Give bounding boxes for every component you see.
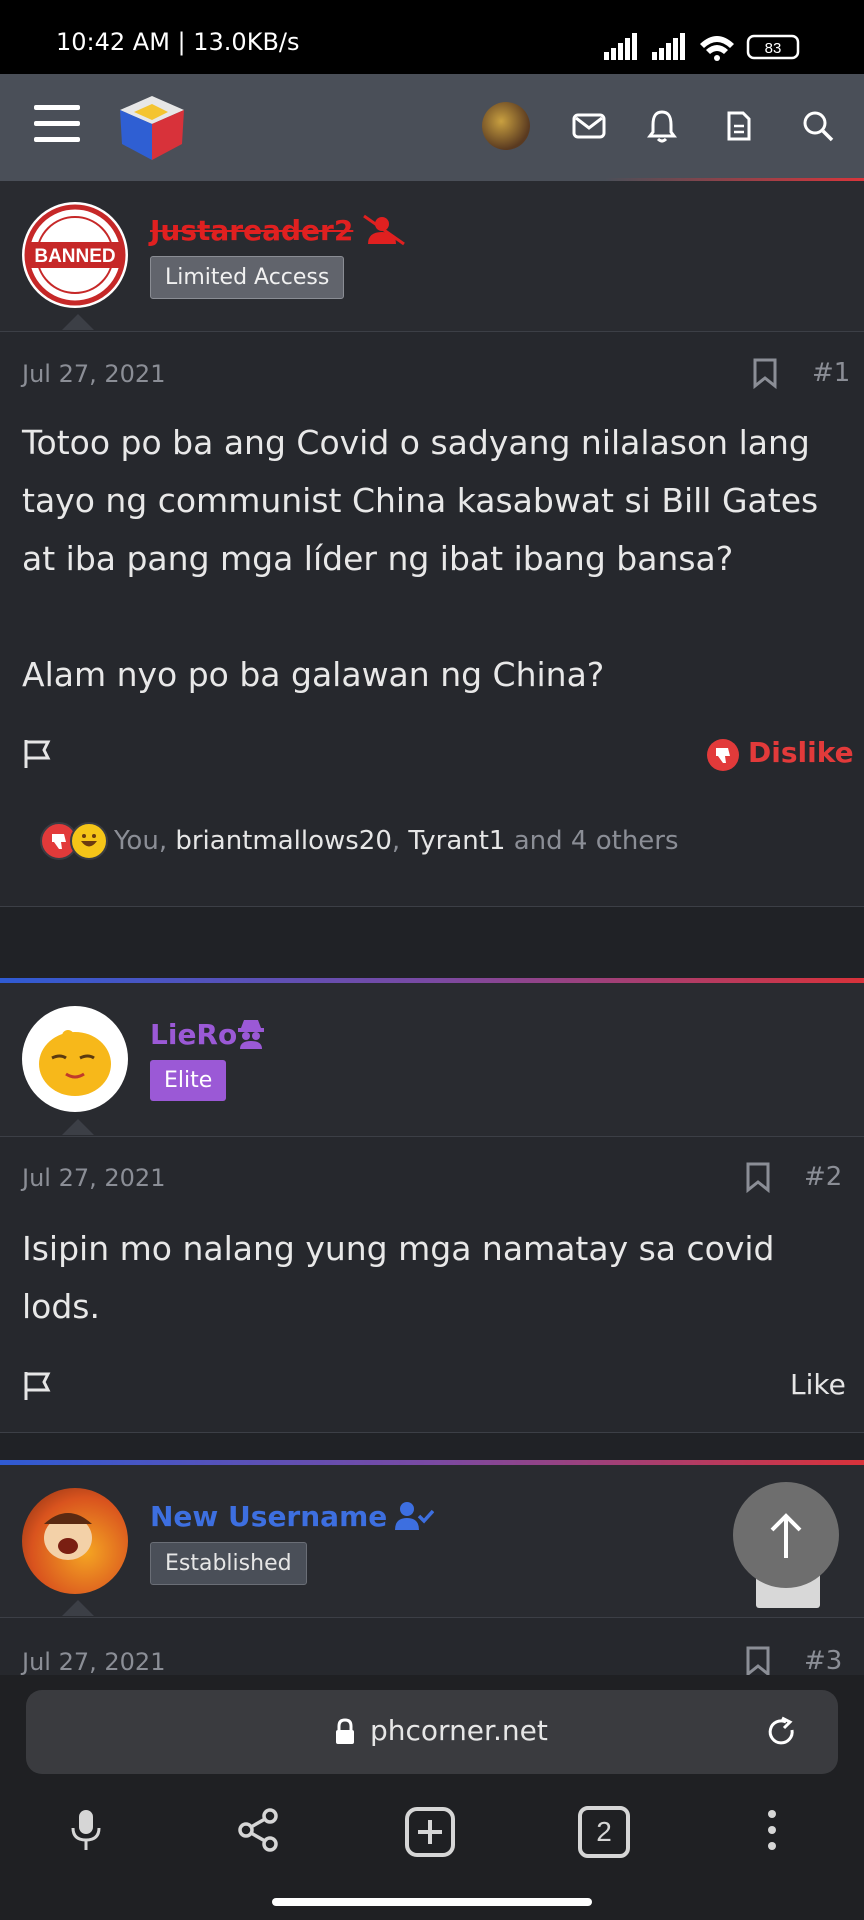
body-line: Alam nyo po ba galawan ng China? <box>22 655 605 694</box>
status-bar: 10:42 AM | 13.0KB/s 83 <box>0 0 864 74</box>
post-3-number[interactable]: #3 <box>804 1646 842 1676</box>
post-1-number[interactable]: #1 <box>812 358 850 388</box>
new-tab-icon[interactable] <box>404 1806 456 1858</box>
post-2-header <box>0 983 864 1136</box>
new-username-avatar[interactable] <box>22 1488 128 1594</box>
battery-level: 83 <box>765 40 782 57</box>
dislike-button[interactable]: Dislike <box>748 736 854 769</box>
post-2-date[interactable]: Jul 27, 2021 <box>22 1164 165 1192</box>
user-check-icon <box>395 1502 434 1530</box>
bookmark-icon[interactable] <box>752 357 778 389</box>
body-line: lods. <box>22 1287 100 1326</box>
url-text[interactable]: phcorner.net <box>370 1714 548 1747</box>
bookmark-icon[interactable] <box>745 1161 771 1193</box>
post-2-user-badge: Elite <box>150 1060 227 1101</box>
status-icons: 83 <box>604 33 800 61</box>
post-gap <box>0 1433 864 1460</box>
lock-icon <box>336 1718 354 1744</box>
svg-text:BANNED: BANNED <box>34 246 115 267</box>
separator <box>0 331 864 332</box>
post-1-user-badge: Limited Access <box>150 256 345 299</box>
report-flag-icon[interactable] <box>22 738 54 770</box>
post-1-username[interactable]: Justareader2 <box>150 214 353 247</box>
more-options-icon[interactable] <box>766 1808 778 1852</box>
reload-icon[interactable] <box>766 1716 798 1748</box>
document-icon[interactable] <box>715 102 763 150</box>
pointer-arrow <box>62 1119 94 1135</box>
share-icon[interactable] <box>236 1808 280 1852</box>
reactions-summary[interactable]: You, briantmallows20, Tyrant1 and 4 othe… <box>114 826 679 856</box>
status-time: 10:42 AM | 13.0KB/s <box>56 28 300 56</box>
report-flag-icon[interactable] <box>22 1370 54 1402</box>
hamburger-icon[interactable] <box>34 105 80 145</box>
lierro-avatar[interactable] <box>22 1006 128 1112</box>
bell-icon[interactable] <box>638 102 686 150</box>
post-2-username[interactable]: LieRo <box>150 1018 237 1051</box>
separator <box>0 1136 864 1137</box>
reaction-laugh-icon <box>70 822 108 860</box>
bookmark-icon[interactable] <box>745 1645 771 1677</box>
reaction-user-link[interactable]: briantmallows20 <box>175 826 392 856</box>
arrow-up-icon <box>770 1513 802 1558</box>
search-icon[interactable] <box>794 102 842 150</box>
microphone-icon[interactable] <box>70 1808 102 1854</box>
post-2-number[interactable]: #2 <box>804 1162 842 1192</box>
reaction-others[interactable]: and 4 others <box>505 826 679 856</box>
reaction-you: You, <box>114 826 176 856</box>
post-3-user-badge: Established <box>150 1542 307 1585</box>
post-3-date[interactable]: Jul 27, 2021 <box>22 1648 165 1676</box>
pointer-arrow <box>62 1600 94 1616</box>
pointer-arrow <box>62 314 94 330</box>
tabs-count-button[interactable]: 2 <box>578 1806 630 1858</box>
dislike-icon[interactable] <box>706 738 740 772</box>
body-line <box>22 588 818 646</box>
home-indicator <box>272 1898 592 1906</box>
post-2-body: Isipin mo nalang yung mga namatay sa cov… <box>22 1220 775 1336</box>
post-1-body: Totoo po ba ang Covid o sadyang nilalaso… <box>22 414 818 704</box>
mail-icon[interactable] <box>565 102 613 150</box>
reaction-separator: , <box>391 826 409 856</box>
body-line: Totoo po ba ang Covid o sadyang nilalaso… <box>22 423 810 462</box>
post-1-date[interactable]: Jul 27, 2021 <box>22 360 165 388</box>
separator <box>0 1617 864 1618</box>
body-line: tayo ng communist China kasabwat si Bill… <box>22 481 819 520</box>
body-line: at iba pang mga líder ng ibat ibang bans… <box>22 539 734 578</box>
reaction-user-link[interactable]: Tyrant1 <box>408 826 505 856</box>
post-1-header <box>0 181 864 331</box>
scroll-top-button[interactable] <box>733 1482 839 1588</box>
user-slash-icon <box>363 214 405 246</box>
site-logo[interactable] <box>114 90 190 166</box>
banned-avatar[interactable]: BANNED <box>22 202 128 308</box>
like-button[interactable]: Like <box>790 1368 846 1401</box>
user-avatar[interactable] <box>482 102 530 150</box>
post-3-username[interactable]: New Username <box>150 1500 387 1533</box>
body-line: Isipin mo nalang yung mga namatay sa cov… <box>22 1229 775 1268</box>
spy-icon <box>238 1020 264 1049</box>
post-gap <box>0 907 864 978</box>
